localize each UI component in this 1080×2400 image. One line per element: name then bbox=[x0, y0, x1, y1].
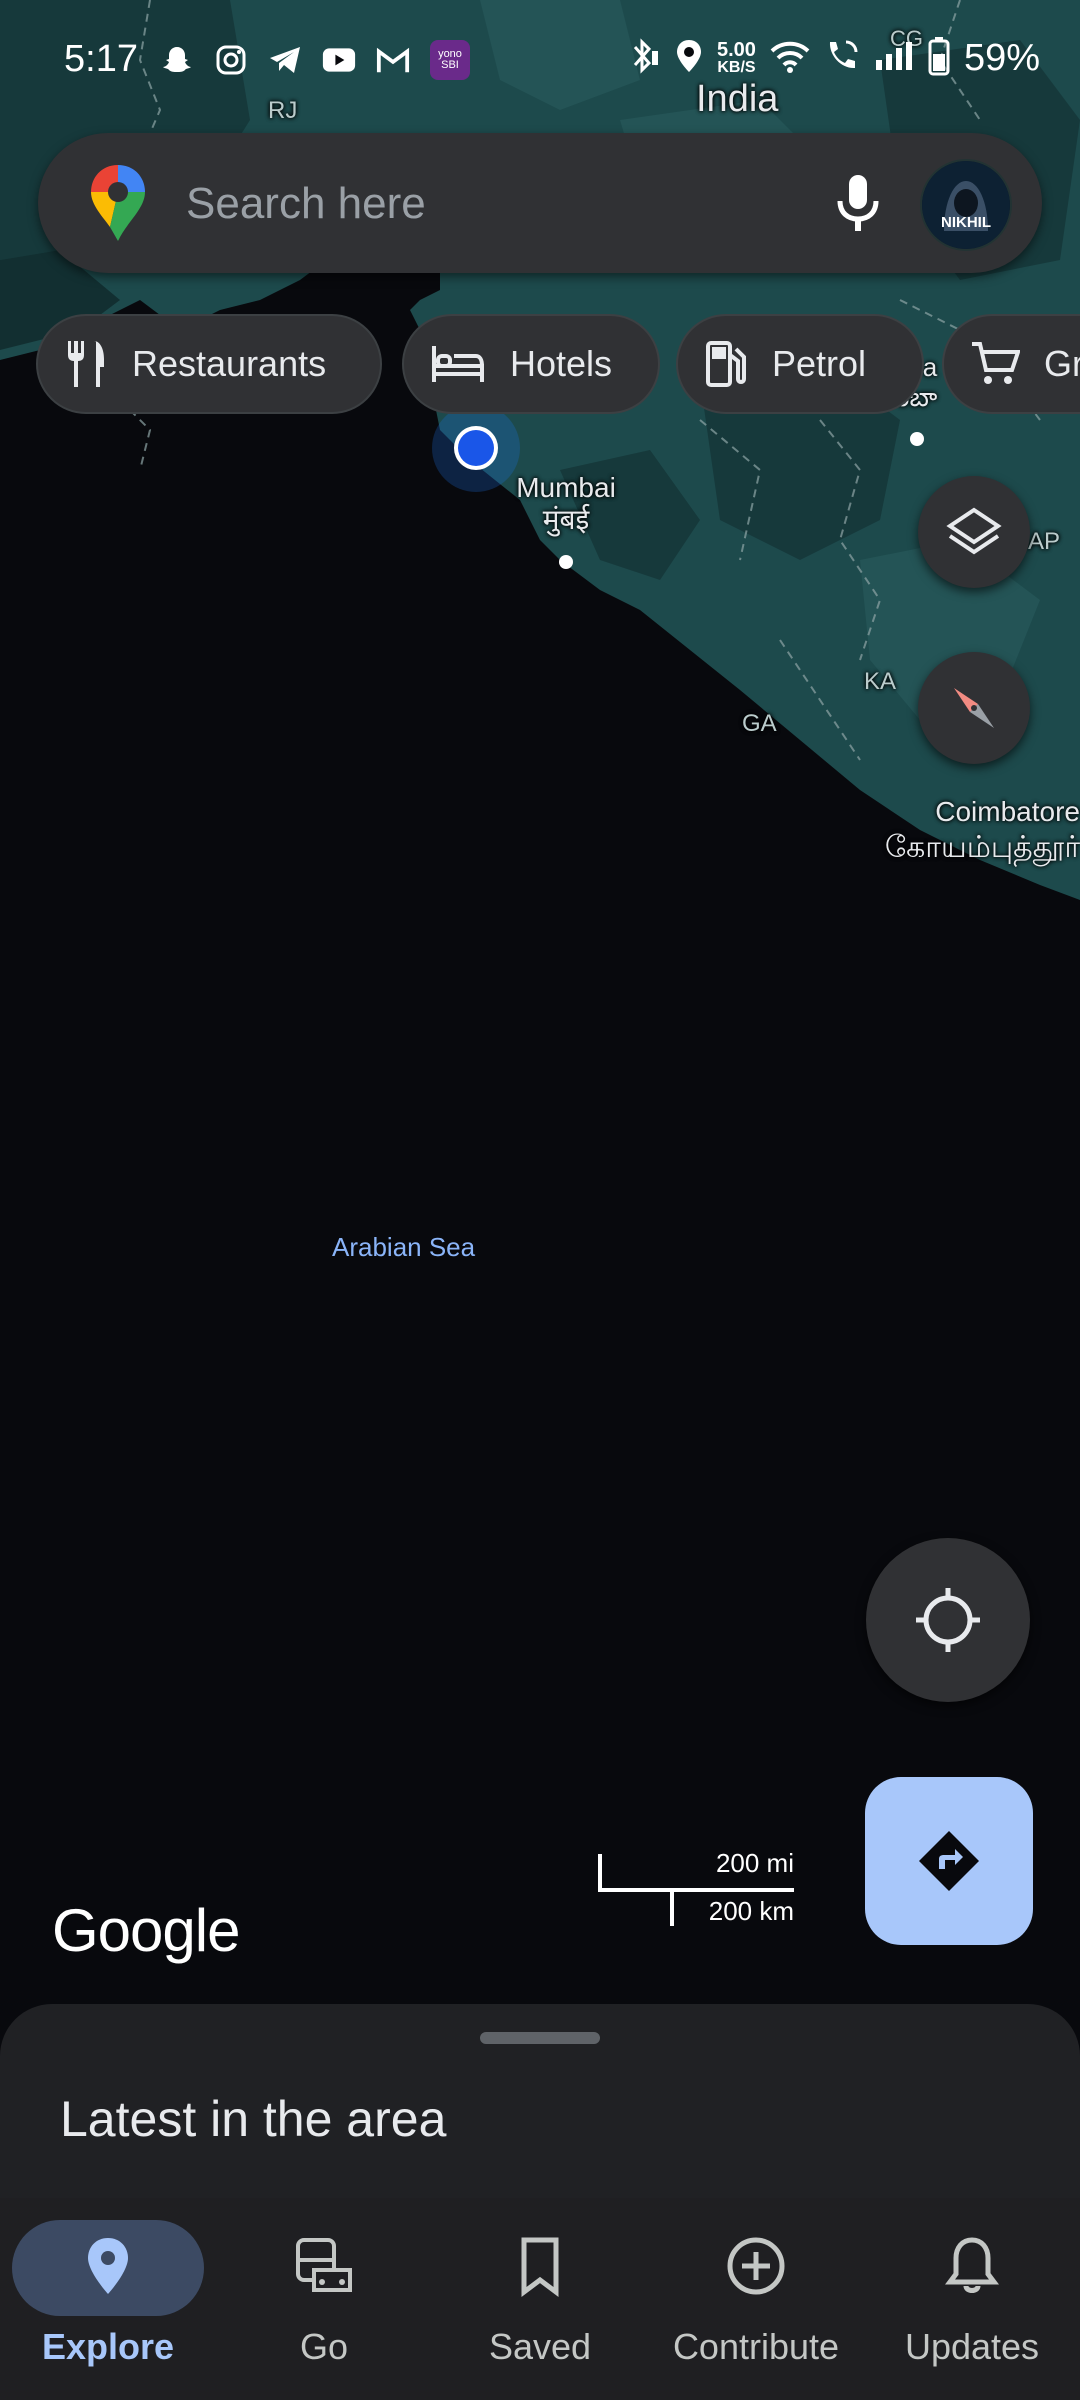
map-scale: 200 mi 200 km bbox=[598, 1848, 798, 1928]
battery-icon bbox=[928, 36, 950, 81]
bottom-sheet[interactable]: Latest in the area bbox=[0, 2004, 1080, 2204]
add-circle-icon bbox=[727, 2237, 785, 2295]
wifi-calling-icon bbox=[824, 38, 860, 79]
network-speed-value: 5.00 bbox=[717, 38, 756, 61]
status-time: 5:17 bbox=[64, 38, 138, 80]
nav-explore[interactable]: Explore bbox=[0, 2198, 216, 2400]
layers-button[interactable] bbox=[918, 476, 1030, 588]
google-maps-logo-icon bbox=[88, 163, 148, 243]
avatar-name: NIKHIL bbox=[941, 214, 991, 231]
coimbatore-name: Coimbatore bbox=[935, 796, 1080, 827]
restaurant-icon bbox=[68, 341, 104, 387]
map-label-sea: Arabian Sea bbox=[332, 1232, 476, 1262]
bookmark-icon bbox=[521, 2237, 559, 2297]
chip-label: Hotels bbox=[510, 343, 613, 384]
nav-label: Explore bbox=[41, 2326, 175, 2367]
notification-icons: yono SBI bbox=[160, 40, 470, 80]
scale-km: 200 km bbox=[708, 1896, 794, 1926]
map-label-mumbai[interactable]: Mumbai मुंबई bbox=[506, 472, 626, 536]
commute-icon bbox=[296, 2238, 352, 2292]
nav-updates[interactable]: Updates bbox=[864, 2198, 1080, 2400]
bluetooth-icon bbox=[627, 37, 661, 80]
status-bar: 5:17 yono SBI 5.00 KB/S 59% bbox=[0, 0, 1080, 120]
map-label-state-ka: KA bbox=[864, 668, 897, 695]
nav-label: Go bbox=[299, 2326, 349, 2367]
directions-icon bbox=[919, 1831, 979, 1891]
telegram-icon bbox=[268, 43, 302, 77]
nav-go[interactable]: Go bbox=[216, 2198, 432, 2400]
current-location-dot bbox=[458, 430, 494, 466]
fuel-icon bbox=[706, 341, 746, 387]
chip-restaurants[interactable]: Restaurants bbox=[36, 314, 382, 414]
google-logo: Google bbox=[52, 1897, 240, 1964]
nav-label: Updates bbox=[904, 2326, 1040, 2367]
crosshair-icon bbox=[916, 1588, 980, 1652]
nav-contribute[interactable]: Contribute bbox=[648, 2198, 864, 2400]
coimbatore-local-name: கோயம்புத்தூர் bbox=[884, 831, 1080, 864]
yono-sbi-icon: yono SBI bbox=[430, 40, 470, 80]
mumbai-local-name: मुंबई bbox=[542, 504, 590, 535]
instagram-icon bbox=[214, 43, 248, 77]
nav-label: Saved bbox=[488, 2326, 592, 2367]
chip-label: Restaurants bbox=[132, 343, 327, 384]
microphone-icon[interactable] bbox=[828, 171, 888, 235]
account-avatar[interactable]: NIKHIL bbox=[920, 159, 1012, 251]
map-label-state-ga: GA bbox=[742, 710, 777, 737]
gmail-icon bbox=[376, 43, 410, 77]
signal-icon bbox=[874, 40, 914, 77]
chip-hotels[interactable]: Hotels bbox=[402, 314, 660, 414]
location-icon bbox=[675, 38, 703, 79]
network-speed: 5.00 KB/S bbox=[717, 38, 756, 77]
chip-petrol[interactable]: Petrol bbox=[676, 314, 924, 414]
map-label-coimbatore[interactable]: Coimbatore கோயம்புத்தூர் bbox=[848, 794, 1080, 866]
map-label-state-ap: AP bbox=[1028, 528, 1061, 555]
nav-saved[interactable]: Saved bbox=[432, 2198, 648, 2400]
layers-icon bbox=[946, 507, 1002, 555]
battery-percent: 59% bbox=[963, 37, 1040, 79]
system-icons: 5.00 KB/S 59% bbox=[627, 36, 1040, 81]
bell-icon bbox=[945, 2237, 999, 2293]
compass-icon bbox=[954, 688, 994, 728]
sheet-drag-handle[interactable] bbox=[480, 2032, 600, 2044]
search-bar[interactable]: Search here NIKHIL bbox=[38, 133, 1042, 273]
chip-label: Petrol bbox=[772, 343, 867, 384]
location-pin-icon bbox=[88, 2238, 128, 2294]
cart-icon bbox=[972, 342, 1020, 384]
directions-button[interactable] bbox=[865, 1777, 1033, 1945]
snapchat-icon bbox=[160, 43, 194, 77]
network-speed-unit: KB/S bbox=[717, 58, 756, 76]
bottom-navigation: Explore Go Saved Contribute Updates bbox=[0, 2198, 1080, 2400]
scale-miles: 200 mi bbox=[715, 1848, 794, 1878]
compass-button[interactable] bbox=[918, 652, 1030, 764]
search-placeholder[interactable]: Search here bbox=[186, 179, 426, 229]
chip-label: Gr bbox=[1044, 343, 1080, 384]
hotel-icon bbox=[432, 346, 484, 382]
chip-groceries[interactable]: Gr bbox=[942, 314, 1080, 414]
wifi-icon bbox=[770, 39, 810, 78]
mumbai-name: Mumbai bbox=[516, 472, 616, 503]
youtube-icon bbox=[322, 43, 356, 77]
nav-label: Contribute bbox=[672, 2326, 840, 2367]
sheet-title: Latest in the area bbox=[60, 2091, 447, 2147]
category-chips: Restaurants Hotels Petrol Gr bbox=[36, 314, 1080, 418]
my-location-button[interactable] bbox=[866, 1538, 1030, 1702]
